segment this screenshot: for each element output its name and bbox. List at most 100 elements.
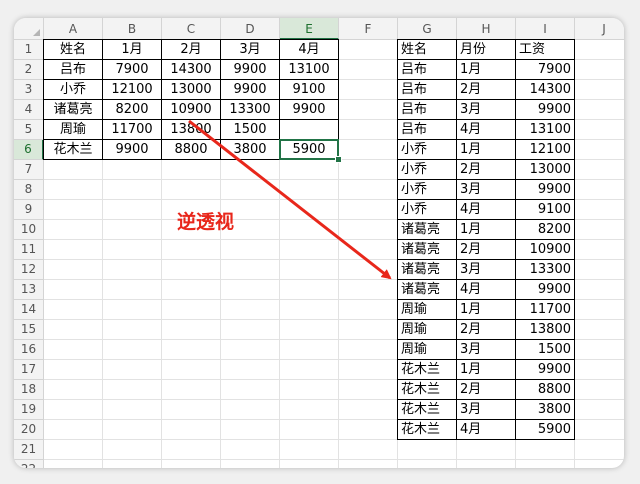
result-data-cell[interactable]: 小乔 <box>397 139 457 160</box>
row-header-2[interactable]: 2 <box>14 60 44 80</box>
column-header-j[interactable]: J <box>575 18 624 40</box>
source-data-cell[interactable]: 13000 <box>161 79 221 100</box>
source-data-cell[interactable]: 13800 <box>161 119 221 140</box>
source-header-cell[interactable]: 4月 <box>279 39 339 60</box>
column-header-d[interactable]: D <box>221 18 280 40</box>
column-header-g[interactable]: G <box>398 18 457 40</box>
source-data-cell[interactable]: 小乔 <box>43 79 103 100</box>
result-data-cell[interactable]: 4月 <box>456 419 516 440</box>
result-data-cell[interactable]: 1月 <box>456 59 516 80</box>
result-data-cell[interactable]: 4月 <box>456 199 516 220</box>
source-data-cell[interactable]: 8200 <box>102 99 162 120</box>
row-header-13[interactable]: 13 <box>14 280 44 300</box>
row-header-4[interactable]: 4 <box>14 100 44 120</box>
result-data-cell[interactable]: 9100 <box>515 199 575 220</box>
result-data-cell[interactable]: 2月 <box>456 159 516 180</box>
row-header-18[interactable]: 18 <box>14 380 44 400</box>
result-data-cell[interactable]: 诸葛亮 <box>397 259 457 280</box>
result-data-cell[interactable]: 周瑜 <box>397 299 457 320</box>
source-data-cell[interactable]: 9900 <box>220 59 280 80</box>
source-data-cell[interactable]: 3800 <box>220 139 280 160</box>
result-data-cell[interactable]: 9900 <box>515 99 575 120</box>
result-data-cell[interactable]: 9900 <box>515 179 575 200</box>
row-header-15[interactable]: 15 <box>14 320 44 340</box>
result-data-cell[interactable]: 8800 <box>515 379 575 400</box>
source-data-cell[interactable]: 吕布 <box>43 59 103 80</box>
column-header-b[interactable]: B <box>103 18 162 40</box>
source-header-cell[interactable]: 2月 <box>161 39 221 60</box>
result-header-cell[interactable]: 月份 <box>456 39 516 60</box>
column-header-e[interactable]: E <box>280 18 339 40</box>
result-data-cell[interactable]: 11700 <box>515 299 575 320</box>
result-data-cell[interactable]: 12100 <box>515 139 575 160</box>
result-data-cell[interactable]: 2月 <box>456 79 516 100</box>
result-data-cell[interactable]: 诸葛亮 <box>397 239 457 260</box>
source-data-cell[interactable]: 9100 <box>279 79 339 100</box>
row-header-22[interactable]: 22 <box>14 460 44 468</box>
source-data-cell[interactable]: 1500 <box>220 119 280 140</box>
result-data-cell[interactable]: 1月 <box>456 359 516 380</box>
source-header-cell[interactable]: 3月 <box>220 39 280 60</box>
row-header-9[interactable]: 9 <box>14 200 44 220</box>
result-data-cell[interactable]: 2月 <box>456 379 516 400</box>
row-header-11[interactable]: 11 <box>14 240 44 260</box>
result-data-cell[interactable]: 1月 <box>456 299 516 320</box>
result-data-cell[interactable]: 5900 <box>515 419 575 440</box>
row-header-12[interactable]: 12 <box>14 260 44 280</box>
result-data-cell[interactable]: 诸葛亮 <box>397 219 457 240</box>
fill-handle[interactable] <box>335 156 342 163</box>
result-data-cell[interactable]: 9900 <box>515 359 575 380</box>
row-header-1[interactable]: 1 <box>14 40 44 60</box>
source-data-cell[interactable]: 7900 <box>102 59 162 80</box>
row-header-10[interactable]: 10 <box>14 220 44 240</box>
result-data-cell[interactable]: 3月 <box>456 179 516 200</box>
row-header-16[interactable]: 16 <box>14 340 44 360</box>
result-data-cell[interactable]: 小乔 <box>397 179 457 200</box>
result-data-cell[interactable]: 小乔 <box>397 159 457 180</box>
result-data-cell[interactable]: 9900 <box>515 279 575 300</box>
result-data-cell[interactable]: 3800 <box>515 399 575 420</box>
result-data-cell[interactable]: 13000 <box>515 159 575 180</box>
source-data-cell[interactable]: 诸葛亮 <box>43 99 103 120</box>
column-header-c[interactable]: C <box>162 18 221 40</box>
result-data-cell[interactable]: 13800 <box>515 319 575 340</box>
result-data-cell[interactable]: 吕布 <box>397 99 457 120</box>
result-data-cell[interactable]: 3月 <box>456 259 516 280</box>
row-header-20[interactable]: 20 <box>14 420 44 440</box>
result-header-cell[interactable]: 工资 <box>515 39 575 60</box>
result-data-cell[interactable]: 14300 <box>515 79 575 100</box>
result-data-cell[interactable]: 4月 <box>456 119 516 140</box>
result-data-cell[interactable]: 诸葛亮 <box>397 279 457 300</box>
source-data-cell[interactable]: 13300 <box>220 99 280 120</box>
row-header-8[interactable]: 8 <box>14 180 44 200</box>
source-header-cell[interactable]: 姓名 <box>43 39 103 60</box>
result-data-cell[interactable]: 4月 <box>456 279 516 300</box>
source-data-cell[interactable]: 8800 <box>161 139 221 160</box>
source-data-cell[interactable]: 13100 <box>279 59 339 80</box>
result-data-cell[interactable]: 8200 <box>515 219 575 240</box>
row-header-19[interactable]: 19 <box>14 400 44 420</box>
row-header-17[interactable]: 17 <box>14 360 44 380</box>
result-data-cell[interactable]: 吕布 <box>397 79 457 100</box>
result-data-cell[interactable]: 周瑜 <box>397 319 457 340</box>
result-data-cell[interactable]: 花木兰 <box>397 419 457 440</box>
column-header-a[interactable]: A <box>44 18 103 40</box>
result-data-cell[interactable]: 花木兰 <box>397 379 457 400</box>
result-data-cell[interactable]: 3月 <box>456 99 516 120</box>
result-data-cell[interactable]: 花木兰 <box>397 359 457 380</box>
row-header-5[interactable]: 5 <box>14 120 44 140</box>
column-header-h[interactable]: H <box>457 18 516 40</box>
source-data-cell[interactable]: 9900 <box>102 139 162 160</box>
result-data-cell[interactable]: 2月 <box>456 239 516 260</box>
row-header-3[interactable]: 3 <box>14 80 44 100</box>
result-data-cell[interactable]: 1月 <box>456 219 516 240</box>
result-data-cell[interactable]: 周瑜 <box>397 339 457 360</box>
source-header-cell[interactable]: 1月 <box>102 39 162 60</box>
result-data-cell[interactable]: 1月 <box>456 139 516 160</box>
result-data-cell[interactable]: 10900 <box>515 239 575 260</box>
column-header-i[interactable]: I <box>516 18 575 40</box>
select-all-corner[interactable] <box>14 18 44 40</box>
source-data-cell[interactable]: 14300 <box>161 59 221 80</box>
result-data-cell[interactable]: 花木兰 <box>397 399 457 420</box>
result-data-cell[interactable]: 1500 <box>515 339 575 360</box>
